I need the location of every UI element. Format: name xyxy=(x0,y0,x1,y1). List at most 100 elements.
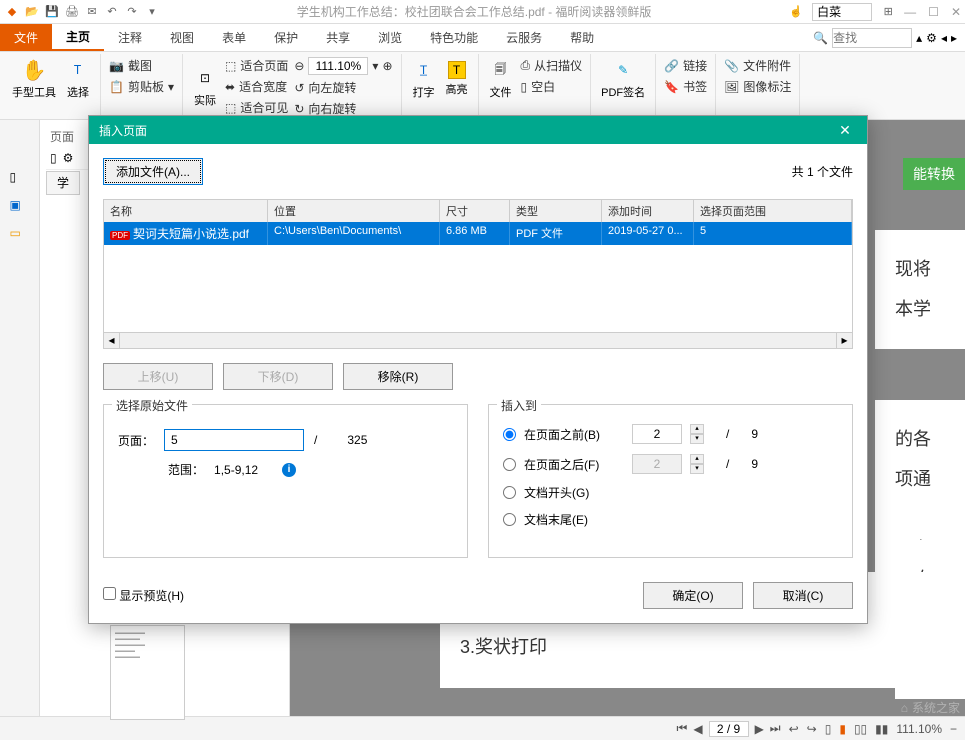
layers-icon[interactable]: ▣ xyxy=(10,198,30,218)
search-input[interactable] xyxy=(832,28,912,48)
view-continuous-icon[interactable]: ▮ xyxy=(839,722,846,736)
minimize-button[interactable]: — xyxy=(904,5,916,19)
view-single-icon[interactable]: ▯ xyxy=(825,722,832,736)
pdf-sign-button[interactable]: ✎PDF签名 xyxy=(597,56,649,102)
menu-tab-help[interactable]: 帮助 xyxy=(556,24,608,51)
zoom-input[interactable] xyxy=(308,57,368,75)
menu-tab-home[interactable]: 主页 xyxy=(52,24,104,51)
radio-end[interactable] xyxy=(503,513,516,526)
col-range[interactable]: 选择页面范围 xyxy=(694,200,852,222)
file-button[interactable]: 🗐文件 xyxy=(485,56,517,102)
menu-tab-protect[interactable]: 保护 xyxy=(260,24,312,51)
ok-button[interactable]: 确定(O) xyxy=(643,582,743,609)
spin-down-icon[interactable]: ▾ xyxy=(690,434,704,444)
spin-up-icon[interactable]: ▴ xyxy=(690,424,704,434)
nav-fwd-icon[interactable]: ↪ xyxy=(807,722,817,736)
scanner-button[interactable]: ⎙从扫描仪 xyxy=(519,56,585,75)
fit-page-button[interactable]: ⬚适合页面 xyxy=(223,56,290,75)
save-icon[interactable]: 💾 xyxy=(44,4,60,20)
menu-tab-share[interactable]: 共享 xyxy=(312,24,364,51)
radio-before[interactable] xyxy=(503,428,516,441)
image-note-button[interactable]: 🖼图像标注 xyxy=(722,77,793,96)
hand-tool[interactable]: ✋ 手型工具 xyxy=(8,56,60,102)
menu-tab-view[interactable]: 视图 xyxy=(156,24,208,51)
page-range-input[interactable] xyxy=(164,429,304,451)
cancel-button[interactable]: 取消(C) xyxy=(753,582,853,609)
table-hscroll[interactable]: ◂▸ xyxy=(104,332,852,348)
col-time[interactable]: 添加时间 xyxy=(602,200,694,222)
bookmark-button[interactable]: 🔖书签 xyxy=(662,77,709,96)
highlight-button[interactable]: T高亮 xyxy=(442,56,472,102)
view-cont-facing-icon[interactable]: ▮▮ xyxy=(875,722,888,736)
hand-pointer-icon[interactable]: ☝ xyxy=(788,4,804,20)
col-type[interactable]: 类型 xyxy=(510,200,602,222)
close-button[interactable]: ✕ xyxy=(951,5,961,19)
rotate-left-button[interactable]: ↺向左旋转 xyxy=(292,78,394,97)
add-file-button[interactable]: 添加文件(A)... xyxy=(103,158,203,185)
redo-icon[interactable]: ↷ xyxy=(124,4,140,20)
settings-icon[interactable]: ⚙ xyxy=(926,31,937,45)
panel-settings-icon[interactable]: ⚙ xyxy=(63,151,74,165)
open-icon[interactable]: 📂 xyxy=(24,4,40,20)
user-field[interactable] xyxy=(812,3,872,21)
zoom-in-icon[interactable]: ⊕ xyxy=(382,59,392,73)
next-icon[interactable]: ▸ xyxy=(951,31,957,45)
snapshot-button[interactable]: 📷截图 xyxy=(107,56,176,75)
dropdown-icon[interactable]: ▾ xyxy=(144,4,160,20)
ribbon: ✋ 手型工具 Ꭲ 选择 📷截图 📋剪贴板▾ ⊡ 实际 ⬚适合页面 ⬌适合宽度 ⬚… xyxy=(0,52,965,120)
search-icon[interactable]: 🔍 xyxy=(813,31,828,45)
menu-tab-comment[interactable]: 注释 xyxy=(104,24,156,51)
email-icon[interactable]: ✉ xyxy=(84,4,100,20)
move-down-button[interactable]: 下移(D) xyxy=(223,363,333,390)
zoom-out-icon[interactable]: ⊖ xyxy=(294,59,304,73)
page-thumbnail[interactable]: ▬▬▬▬▬▬▬▬▬▬▬▬▬▬▬▬▬▬▬▬▬▬▬▬▬▬ xyxy=(110,625,185,720)
maximize-button[interactable]: ☐ xyxy=(928,5,939,19)
show-preview-checkbox[interactable]: 显示预览(H) xyxy=(103,587,184,604)
page-thumbnails-icon[interactable]: ▯ xyxy=(10,170,30,190)
move-up-button[interactable]: 上移(U) xyxy=(103,363,213,390)
print-icon[interactable]: 🖨 xyxy=(64,4,80,20)
dialog-titlebar[interactable]: 插入页面 ✕ xyxy=(89,116,867,144)
menu-expand-icon[interactable]: ▴ xyxy=(916,31,922,45)
page-input[interactable] xyxy=(709,721,749,737)
view-facing-icon[interactable]: ▯▯ xyxy=(854,722,867,736)
remove-button[interactable]: 移除(R) xyxy=(343,363,453,390)
menu-tab-features[interactable]: 特色功能 xyxy=(416,24,492,51)
link-button[interactable]: 🔗链接 xyxy=(662,56,709,75)
zoom-out-status-icon[interactable]: − xyxy=(950,722,957,736)
select-tool[interactable]: Ꭲ 选择 xyxy=(62,56,94,102)
menu-file[interactable]: 文件 xyxy=(0,24,52,51)
blank-button[interactable]: ▯空白 xyxy=(519,77,585,96)
menu-tab-form[interactable]: 表单 xyxy=(208,24,260,51)
doc-tab[interactable]: 学 xyxy=(46,171,80,195)
next-page-icon[interactable]: ▶ xyxy=(755,722,764,736)
menu-tab-cloud[interactable]: 云服务 xyxy=(492,24,556,51)
highlight-icon: T xyxy=(448,61,466,79)
table-row[interactable]: PDF契诃夫短篇小说选.pdf C:\Users\Ben\Documents\ … xyxy=(104,222,852,245)
first-page-icon[interactable]: ⏮ xyxy=(677,721,688,736)
clipboard-button[interactable]: 📋剪贴板▾ xyxy=(107,77,176,96)
typewriter-button[interactable]: T̲打字 xyxy=(408,56,440,102)
panel-icon[interactable]: ▯ xyxy=(50,151,57,165)
col-size[interactable]: 尺寸 xyxy=(440,200,510,222)
dialog-close-button[interactable]: ✕ xyxy=(833,122,857,139)
before-page-input[interactable] xyxy=(632,424,682,444)
radio-after[interactable] xyxy=(503,458,516,471)
last-page-icon[interactable]: ⏭ xyxy=(770,721,781,736)
apps-icon[interactable]: ⊞ xyxy=(880,4,896,20)
fit-width-button[interactable]: ⬌适合宽度 xyxy=(223,77,290,96)
convert-badge[interactable]: 能转换 xyxy=(903,158,965,190)
col-location[interactable]: 位置 xyxy=(268,200,440,222)
undo-icon[interactable]: ↶ xyxy=(104,4,120,20)
image-note-icon: 🖼 xyxy=(724,80,739,94)
nav-back-icon[interactable]: ↩ xyxy=(789,722,799,736)
col-name[interactable]: 名称 xyxy=(104,200,268,222)
bookmarks-icon[interactable]: ▭ xyxy=(10,226,30,246)
attachment-button[interactable]: 📎文件附件 xyxy=(722,56,793,75)
prev-page-icon[interactable]: ◀ xyxy=(693,722,702,736)
actual-size-button[interactable]: ⊡ 实际 xyxy=(189,56,221,118)
radio-start[interactable] xyxy=(503,486,516,499)
info-icon[interactable]: i xyxy=(282,463,296,477)
prev-icon[interactable]: ◂ xyxy=(941,31,947,45)
menu-tab-browse[interactable]: 浏览 xyxy=(364,24,416,51)
